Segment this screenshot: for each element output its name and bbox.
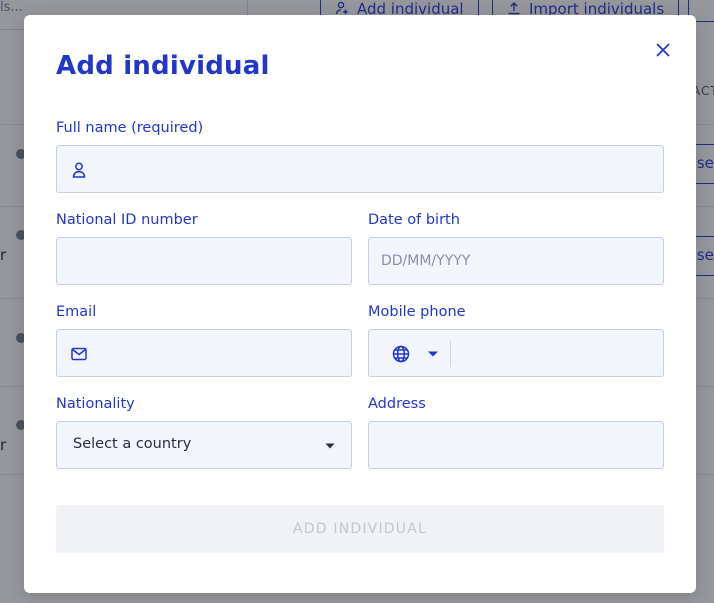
date-of-birth-input[interactable] [369, 238, 663, 284]
nationality-label: Nationality [56, 396, 135, 412]
email-label: Email [56, 304, 97, 320]
close-icon [656, 43, 670, 57]
email-input[interactable] [57, 330, 351, 376]
address-field [368, 421, 664, 469]
chevron-down-icon [325, 443, 335, 449]
date-of-birth-field [368, 237, 664, 285]
mobile-phone-label: Mobile phone [368, 304, 466, 320]
mobile-phone-field [368, 329, 664, 377]
country-code-selector[interactable] [369, 330, 451, 376]
national-id-label: National ID number [56, 212, 198, 228]
full-name-label: Full name (required) [56, 120, 204, 136]
nationality-select[interactable]: Select a country [56, 421, 352, 469]
national-id-field [56, 237, 352, 285]
add-individual-submit-button[interactable]: ADD INDIVIDUAL [56, 505, 664, 553]
full-name-field [56, 145, 664, 193]
address-input[interactable] [369, 422, 663, 468]
nationality-selected-value: Select a country [73, 436, 192, 452]
chevron-down-icon [428, 351, 438, 357]
address-label: Address [368, 396, 426, 412]
add-individual-modal: Add individual Full name (required) Nati… [24, 15, 696, 593]
national-id-input[interactable] [57, 238, 351, 284]
globe-icon [392, 345, 410, 363]
full-name-input[interactable] [57, 146, 663, 192]
date-of-birth-label: Date of birth [368, 212, 460, 228]
modal-title: Add individual [56, 51, 270, 81]
close-button[interactable] [652, 39, 674, 61]
email-field [56, 329, 352, 377]
mobile-phone-input[interactable] [451, 330, 663, 376]
